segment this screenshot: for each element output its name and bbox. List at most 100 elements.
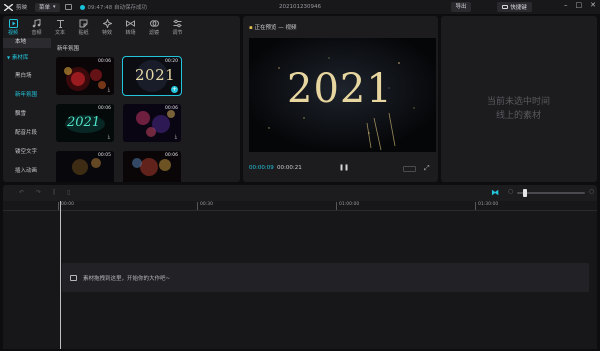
tab-audio[interactable]: 音频 <box>27 16 47 38</box>
empty-message-line2: 线上的素材 <box>495 111 541 121</box>
timeline-zoom-slider[interactable] <box>517 189 585 197</box>
text-icon <box>56 19 64 28</box>
zoom-out-icon[interactable]: ○ <box>508 188 513 195</box>
thumbnail-duration: 00:06 <box>165 106 178 111</box>
tab-label: 特效 <box>101 29 112 36</box>
tab-filter[interactable]: 滤镜 <box>144 16 164 38</box>
tab-label: 滤镜 <box>148 29 159 36</box>
video-preview[interactable]: 2021 <box>249 38 436 152</box>
sidebar-item-snow[interactable]: 飘雪 <box>3 105 51 124</box>
tab-label: 音频 <box>31 29 42 36</box>
thumbnail-overlay-text: 2021 <box>135 66 176 84</box>
tab-transition[interactable]: 转场 <box>121 16 141 38</box>
download-icon[interactable]: ⤓ <box>108 87 110 93</box>
shortcut-button[interactable]: 快捷键 <box>497 2 532 12</box>
tab-label: 调节 <box>172 29 183 36</box>
ruler-tick: 00:30 <box>197 202 213 210</box>
redo-icon[interactable]: ↷ <box>36 189 41 197</box>
close-icon[interactable]: ✕ <box>590 1 596 9</box>
sidebar-item-library[interactable]: ▼ 素材库 <box>3 48 51 67</box>
timeline-ruler: 00:00 00:30 01:00:00 01:30:00 <box>3 201 597 211</box>
current-timecode: 00:00:09 <box>249 165 274 171</box>
effects-icon <box>102 18 112 28</box>
timeline-area[interactable]: 00:00 00:30 01:00:00 01:30:00 素材拖拽到这里，开始… <box>3 201 597 349</box>
undo-icon[interactable]: ↶ <box>19 189 24 197</box>
window-controls: – □ ✕ <box>564 1 596 9</box>
aspect-ratio-icon[interactable] <box>403 166 416 172</box>
magnet-snap-icon[interactable]: ⧓ <box>491 188 499 197</box>
adjust-icon <box>173 19 182 27</box>
jianying-logo-icon <box>4 3 13 11</box>
sidebar-item-dubbing[interactable]: 配音片段 <box>3 124 51 143</box>
sidebar-item-hollow-text[interactable]: 镂空文字 <box>3 143 51 162</box>
pause-icon[interactable]: ❚❚ <box>339 164 349 171</box>
timeline-playhead[interactable] <box>60 201 61 349</box>
sidebar-item-local[interactable]: 本地 <box>3 38 51 48</box>
shortcut-label: 快捷键 <box>510 5 527 11</box>
tab-label: 视频 <box>7 29 18 36</box>
video-overlay-text: 2021 <box>287 66 393 112</box>
material-thumbnail[interactable]: 00:06 ⤓ <box>56 57 114 95</box>
thumbnail-duration: 00:06 <box>98 106 111 111</box>
material-library: 新年氛围 00:06 ⤓ 2021 00:20 + 2021 00:06 ⤓ 0… <box>51 38 240 182</box>
thumbnail-duration: 00:06 <box>98 59 111 64</box>
library-section-title: 新年氛围 <box>57 46 80 52</box>
tab-sticker[interactable]: 贴纸 <box>74 16 94 38</box>
caret-down-icon: ▼ <box>7 55 11 60</box>
empty-message-line1: 当前未选中时间 <box>486 97 550 107</box>
material-thumbnail[interactable]: 00:05 <box>56 151 114 182</box>
film-icon <box>70 274 77 281</box>
tab-video[interactable]: 视频 <box>3 16 23 38</box>
tab-effects[interactable]: 特效 <box>97 16 117 38</box>
thumbnail-duration: 00:20 <box>165 59 178 64</box>
sticker-icon <box>79 19 88 27</box>
sidebar-item-new-year[interactable]: 新年氛围 <box>3 86 51 105</box>
app-name: 剪映 <box>16 5 28 11</box>
tab-text[interactable]: 文本 <box>50 16 70 38</box>
media-toolbar: 视频 音频 文本 贴纸 特效 转场 滤镜 调节 <box>3 16 240 38</box>
app-window: 剪映 菜单 ▾ 09:47:48 自动保存成功 202101230946 导出 … <box>0 0 600 351</box>
filter-icon <box>149 19 159 27</box>
sidebar-item-insert-animation[interactable]: 插入动画 <box>3 162 51 181</box>
tab-label: 贴纸 <box>78 29 89 36</box>
save-status: 09:47:48 自动保存成功 <box>79 3 147 11</box>
track-hint-text: 素材拖拽到这里，开始你的大作吧~ <box>83 275 171 282</box>
material-thumbnail[interactable]: 00:06 <box>123 151 181 182</box>
download-icon[interactable]: ⤓ <box>175 134 177 140</box>
title-bar: 剪映 菜单 ▾ 09:47:48 自动保存成功 202101230946 导出 … <box>0 0 600 14</box>
layout-toggle-icon[interactable] <box>64 4 72 10</box>
video-icon <box>8 18 18 28</box>
player-title-text: 正在预览 — 视频 <box>254 25 297 31</box>
material-thumbnail-selected[interactable]: 2021 00:20 + <box>122 56 182 96</box>
zoom-slider-handle[interactable] <box>523 189 527 197</box>
menu-label: 菜单 <box>39 5 51 11</box>
maximize-icon[interactable]: □ <box>576 1 583 9</box>
save-status-text: 09:47:48 自动保存成功 <box>87 5 147 11</box>
transition-icon <box>126 19 135 27</box>
app-logo: 剪映 <box>4 3 27 11</box>
delete-icon[interactable]: ▯ <box>67 189 70 197</box>
export-button[interactable]: 导出 <box>451 2 471 12</box>
media-sidebar: 本地 ▼ 素材库 黑白场 新年氛围 飘雪 配音片段 镂空文字 插入动画 <box>3 38 51 182</box>
ruler-tick: 01:30:00 <box>475 202 498 210</box>
tab-label: 文本 <box>54 29 65 36</box>
material-thumbnail[interactable]: 2021 00:06 ⤓ <box>56 104 114 142</box>
main-track-dropzone[interactable]: 素材拖拽到这里，开始你的大作吧~ <box>62 263 589 292</box>
player-title: ▪ 正在预览 — 视频 <box>249 23 296 31</box>
chevron-down-icon: ▾ <box>53 4 56 10</box>
tab-adjust[interactable]: 调节 <box>168 16 188 38</box>
minimize-icon[interactable]: – <box>564 1 568 9</box>
audio-icon <box>32 18 41 27</box>
split-icon[interactable]: ⫿ <box>53 189 55 197</box>
zoom-in-icon[interactable]: ○ <box>589 188 594 195</box>
total-timecode: 00:00:21 <box>277 165 302 171</box>
add-icon[interactable]: + <box>171 86 178 93</box>
material-thumbnail[interactable]: 00:06 ⤓ <box>123 104 181 142</box>
save-status-icon <box>79 4 85 10</box>
keyboard-icon <box>502 5 509 9</box>
download-icon[interactable]: ⤓ <box>108 134 110 140</box>
timeline-tools: ↶ ↷ ⫿ ▯ <box>19 189 70 197</box>
sidebar-item-black-white[interactable]: 黑白场 <box>3 67 51 86</box>
fullscreen-icon[interactable]: ⤢ <box>424 164 430 173</box>
menu-button[interactable]: 菜单 ▾ <box>35 2 60 12</box>
